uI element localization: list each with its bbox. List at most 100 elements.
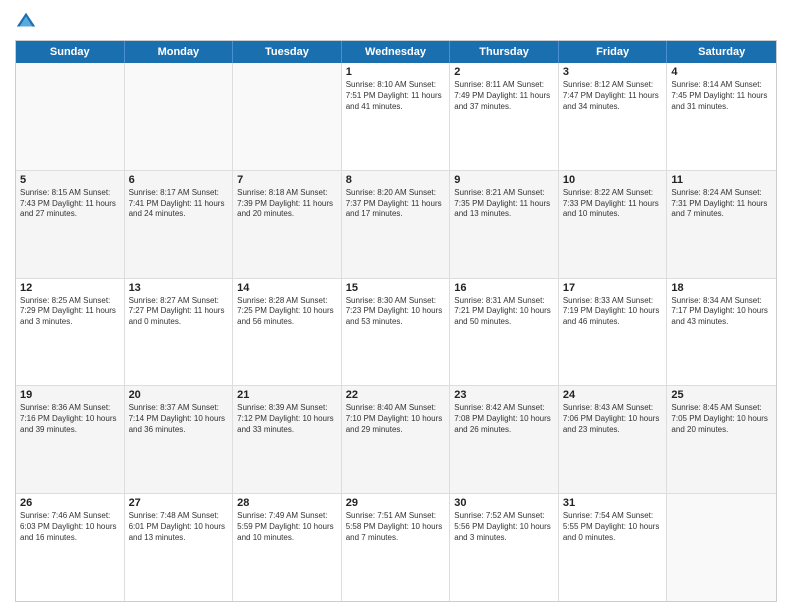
cell-date-number: 20 xyxy=(129,389,229,401)
cell-date-number: 31 xyxy=(563,497,663,509)
cell-date-number: 17 xyxy=(563,282,663,294)
cell-info-text: Sunrise: 8:45 AM Sunset: 7:05 PM Dayligh… xyxy=(671,403,772,435)
logo-icon xyxy=(15,10,37,32)
calendar-cell: 30 Sunrise: 7:52 AM Sunset: 5:56 PM Dayli… xyxy=(450,494,559,601)
week-row: 19 Sunrise: 8:36 AM Sunset: 7:16 PM Dayli… xyxy=(16,386,776,494)
cell-info-text: Sunrise: 8:21 AM Sunset: 7:35 PM Dayligh… xyxy=(454,188,554,220)
cell-info-text: Sunrise: 8:18 AM Sunset: 7:39 PM Dayligh… xyxy=(237,188,337,220)
cell-info-text: Sunrise: 8:20 AM Sunset: 7:37 PM Dayligh… xyxy=(346,188,446,220)
calendar-cell: 17 Sunrise: 8:33 AM Sunset: 7:19 PM Dayli… xyxy=(559,279,668,386)
cell-date-number: 6 xyxy=(129,174,229,186)
cell-info-text: Sunrise: 8:12 AM Sunset: 7:47 PM Dayligh… xyxy=(563,80,663,112)
calendar-cell: 26Sunrise: 7:46 AM Sunset: 6:03 PM Dayli… xyxy=(16,494,125,601)
cell-info-text: Sunrise: 8:30 AM Sunset: 7:23 PM Dayligh… xyxy=(346,296,446,328)
cell-info-text: Sunrise: 8:24 AM Sunset: 7:31 PM Dayligh… xyxy=(671,188,772,220)
calendar: SundayMondayTuesdayWednesdayThursdayFrid… xyxy=(15,40,777,602)
week-row: 5 Sunrise: 8:15 AM Sunset: 7:43 PM Daylig… xyxy=(16,171,776,279)
cell-date-number: 9 xyxy=(454,174,554,186)
cell-date-number: 12 xyxy=(20,282,120,294)
logo xyxy=(15,10,41,32)
day-header-thursday: Thursday xyxy=(450,41,559,63)
calendar-cell xyxy=(667,494,776,601)
cell-info-text: Sunrise: 8:43 AM Sunset: 7:06 PM Dayligh… xyxy=(563,403,663,435)
cell-info-text: Sunrise: 7:46 AM Sunset: 6:03 PM Dayligh… xyxy=(20,511,120,543)
day-header-monday: Monday xyxy=(125,41,234,63)
cell-info-text: Sunrise: 7:51 AM Sunset: 5:58 PM Dayligh… xyxy=(346,511,446,543)
cell-info-text: Sunrise: 8:31 AM Sunset: 7:21 PM Dayligh… xyxy=(454,296,554,328)
week-row: 12 Sunrise: 8:25 AM Sunset: 7:29 PM Dayli… xyxy=(16,279,776,387)
calendar-cell: 28 Sunrise: 7:49 AM Sunset: 5:59 PM Dayli… xyxy=(233,494,342,601)
calendar-cell: 14 Sunrise: 8:28 AM Sunset: 7:25 PM Dayli… xyxy=(233,279,342,386)
cell-info-text: Sunrise: 8:11 AM Sunset: 7:49 PM Dayligh… xyxy=(454,80,554,112)
cell-info-text: Sunrise: 8:36 AM Sunset: 7:16 PM Dayligh… xyxy=(20,403,120,435)
calendar-cell: 11 Sunrise: 8:24 AM Sunset: 7:31 PM Dayli… xyxy=(667,171,776,278)
cell-info-text: Sunrise: 8:39 AM Sunset: 7:12 PM Dayligh… xyxy=(237,403,337,435)
calendar-cell: 16 Sunrise: 8:31 AM Sunset: 7:21 PM Dayli… xyxy=(450,279,559,386)
cell-info-text: Sunrise: 8:22 AM Sunset: 7:33 PM Dayligh… xyxy=(563,188,663,220)
cell-date-number: 1 xyxy=(346,66,446,78)
cell-info-text: Sunrise: 8:28 AM Sunset: 7:25 PM Dayligh… xyxy=(237,296,337,328)
cell-info-text: Sunrise: 8:14 AM Sunset: 7:45 PM Dayligh… xyxy=(671,80,772,112)
calendar-cell xyxy=(233,63,342,170)
calendar-cell: 29 Sunrise: 7:51 AM Sunset: 5:58 PM Dayli… xyxy=(342,494,451,601)
cell-date-number: 29 xyxy=(346,497,446,509)
cell-date-number: 14 xyxy=(237,282,337,294)
calendar-cell: 1 Sunrise: 8:10 AM Sunset: 7:51 PM Daylig… xyxy=(342,63,451,170)
cell-info-text: Sunrise: 8:37 AM Sunset: 7:14 PM Dayligh… xyxy=(129,403,229,435)
day-header-saturday: Saturday xyxy=(667,41,776,63)
calendar-cell: 19 Sunrise: 8:36 AM Sunset: 7:16 PM Dayli… xyxy=(16,386,125,493)
cell-date-number: 7 xyxy=(237,174,337,186)
calendar-cell: 24 Sunrise: 8:43 AM Sunset: 7:06 PM Dayli… xyxy=(559,386,668,493)
cell-date-number: 23 xyxy=(454,389,554,401)
cell-date-number: 16 xyxy=(454,282,554,294)
cell-info-text: Sunrise: 8:40 AM Sunset: 7:10 PM Dayligh… xyxy=(346,403,446,435)
calendar-header: SundayMondayTuesdayWednesdayThursdayFrid… xyxy=(16,41,776,63)
week-row: 26Sunrise: 7:46 AM Sunset: 6:03 PM Dayli… xyxy=(16,494,776,601)
cell-info-text: Sunrise: 8:25 AM Sunset: 7:29 PM Dayligh… xyxy=(20,296,120,328)
week-row: 1 Sunrise: 8:10 AM Sunset: 7:51 PM Daylig… xyxy=(16,63,776,171)
calendar-cell: 31 Sunrise: 7:54 AM Sunset: 5:55 PM Dayli… xyxy=(559,494,668,601)
calendar-cell: 22 Sunrise: 8:40 AM Sunset: 7:10 PM Dayli… xyxy=(342,386,451,493)
cell-date-number: 21 xyxy=(237,389,337,401)
cell-date-number: 28 xyxy=(237,497,337,509)
cell-date-number: 2 xyxy=(454,66,554,78)
calendar-cell: 4Sunrise: 8:14 AM Sunset: 7:45 PM Daylig… xyxy=(667,63,776,170)
calendar-cell: 2 Sunrise: 8:11 AM Sunset: 7:49 PM Daylig… xyxy=(450,63,559,170)
cell-date-number: 24 xyxy=(563,389,663,401)
cell-date-number: 25 xyxy=(671,389,772,401)
day-header-sunday: Sunday xyxy=(16,41,125,63)
calendar-cell: 9 Sunrise: 8:21 AM Sunset: 7:35 PM Daylig… xyxy=(450,171,559,278)
cell-date-number: 13 xyxy=(129,282,229,294)
cell-info-text: Sunrise: 8:17 AM Sunset: 7:41 PM Dayligh… xyxy=(129,188,229,220)
cell-info-text: Sunrise: 8:15 AM Sunset: 7:43 PM Dayligh… xyxy=(20,188,120,220)
cell-date-number: 5 xyxy=(20,174,120,186)
cell-info-text: Sunrise: 7:52 AM Sunset: 5:56 PM Dayligh… xyxy=(454,511,554,543)
cell-date-number: 3 xyxy=(563,66,663,78)
calendar-cell: 10 Sunrise: 8:22 AM Sunset: 7:33 PM Dayli… xyxy=(559,171,668,278)
day-header-wednesday: Wednesday xyxy=(342,41,451,63)
cell-info-text: Sunrise: 8:10 AM Sunset: 7:51 PM Dayligh… xyxy=(346,80,446,112)
cell-info-text: Sunrise: 8:33 AM Sunset: 7:19 PM Dayligh… xyxy=(563,296,663,328)
calendar-cell: 8Sunrise: 8:20 AM Sunset: 7:37 PM Daylig… xyxy=(342,171,451,278)
cell-date-number: 18 xyxy=(671,282,772,294)
cell-info-text: Sunrise: 7:54 AM Sunset: 5:55 PM Dayligh… xyxy=(563,511,663,543)
calendar-cell xyxy=(16,63,125,170)
cell-date-number: 22 xyxy=(346,389,446,401)
calendar-cell: 21 Sunrise: 8:39 AM Sunset: 7:12 PM Dayli… xyxy=(233,386,342,493)
page-header xyxy=(15,10,777,32)
day-header-friday: Friday xyxy=(559,41,668,63)
cell-date-number: 11 xyxy=(671,174,772,186)
calendar-cell: 20 Sunrise: 8:37 AM Sunset: 7:14 PM Dayli… xyxy=(125,386,234,493)
cell-date-number: 19 xyxy=(20,389,120,401)
calendar-body: 1 Sunrise: 8:10 AM Sunset: 7:51 PM Daylig… xyxy=(16,63,776,601)
cell-date-number: 10 xyxy=(563,174,663,186)
calendar-cell: 23 Sunrise: 8:42 AM Sunset: 7:08 PM Dayli… xyxy=(450,386,559,493)
cell-info-text: Sunrise: 7:49 AM Sunset: 5:59 PM Dayligh… xyxy=(237,511,337,543)
cell-info-text: Sunrise: 7:48 AM Sunset: 6:01 PM Dayligh… xyxy=(129,511,229,543)
calendar-cell: 7 Sunrise: 8:18 AM Sunset: 7:39 PM Daylig… xyxy=(233,171,342,278)
calendar-cell xyxy=(125,63,234,170)
cell-info-text: Sunrise: 8:42 AM Sunset: 7:08 PM Dayligh… xyxy=(454,403,554,435)
cell-date-number: 30 xyxy=(454,497,554,509)
calendar-cell: 12 Sunrise: 8:25 AM Sunset: 7:29 PM Dayli… xyxy=(16,279,125,386)
cell-date-number: 27 xyxy=(129,497,229,509)
